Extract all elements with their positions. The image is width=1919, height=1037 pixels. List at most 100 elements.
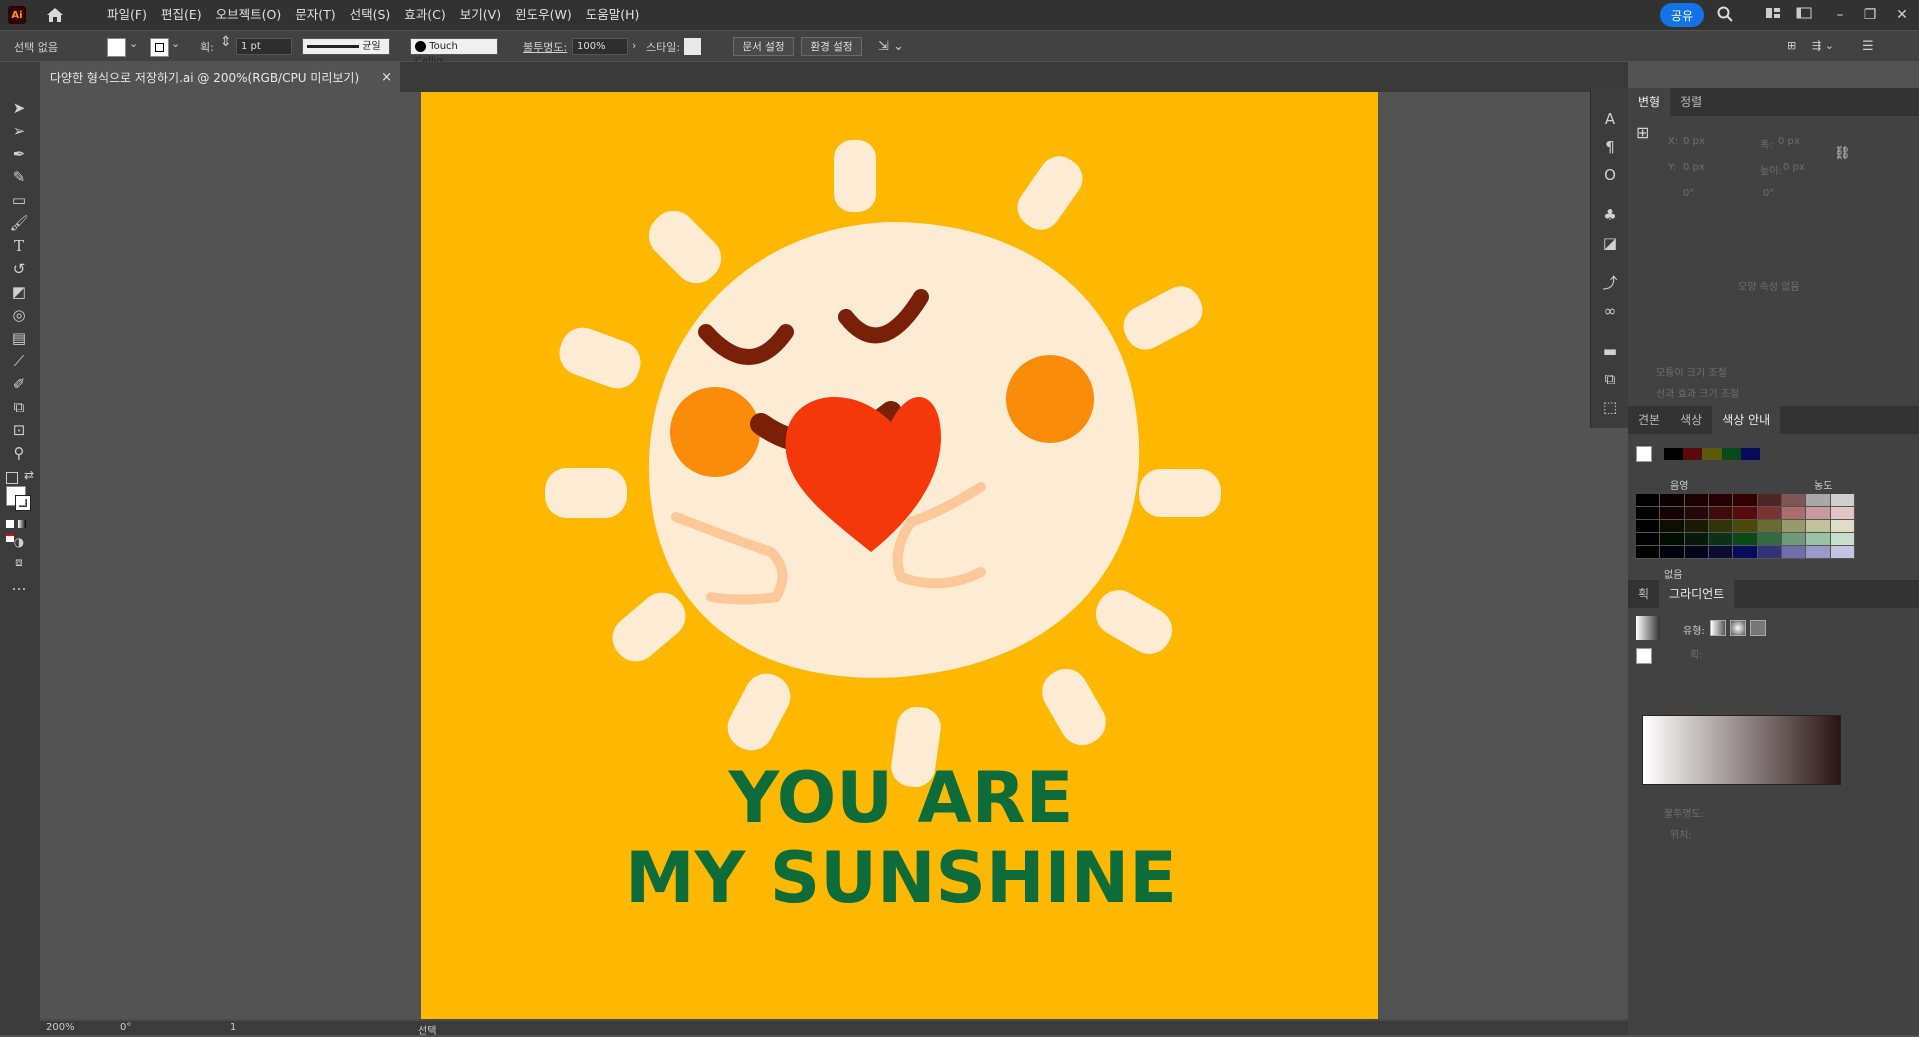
color-guide-grid[interactable] <box>1636 494 1855 560</box>
radial-gradient-button[interactable] <box>1730 620 1746 636</box>
share-button[interactable]: 공유 <box>1660 3 1704 27</box>
stroke-swatch[interactable] <box>150 38 169 57</box>
opacity-label[interactable]: 불투명도: <box>523 39 567 55</box>
menu-item[interactable]: 보기(V) <box>453 0 508 30</box>
scale-corners-checkbox[interactable]: 모퉁이 크기 조절 <box>1656 364 1727 379</box>
color-swatch[interactable] <box>1806 533 1831 546</box>
x-field[interactable]: 0 px <box>1683 136 1705 147</box>
menu-item[interactable]: 효과(C) <box>397 0 452 30</box>
eraser-tool-icon[interactable]: ◩ <box>8 282 30 302</box>
close-tab-icon[interactable]: × <box>381 70 392 85</box>
minimize-icon[interactable]: – <box>1831 6 1849 24</box>
artboard-number-field[interactable]: 1 <box>230 1022 236 1033</box>
artboard-tool-icon[interactable]: ⊡ <box>8 420 30 440</box>
scale-strokes-checkbox[interactable]: 선과 효과 크기 조절 <box>1656 385 1739 400</box>
color-swatch[interactable] <box>1830 533 1855 546</box>
color-swatch[interactable] <box>1806 546 1831 559</box>
color-swatch[interactable] <box>1660 533 1685 546</box>
gradient-tool-icon[interactable]: ▤ <box>8 328 30 348</box>
color-swatch[interactable] <box>1806 507 1831 520</box>
character-panel-icon[interactable]: A <box>1599 108 1621 130</box>
symbol-sprayer-tool-icon[interactable]: ⧉ <box>8 397 30 417</box>
tab-color-guide[interactable]: 색상 안내 <box>1712 406 1781 434</box>
restore-icon[interactable]: ❐ <box>1861 6 1879 24</box>
workspace-icon[interactable] <box>1764 6 1782 24</box>
default-colors-icon[interactable] <box>6 472 18 484</box>
color-swatch[interactable] <box>1781 546 1807 559</box>
menu-item[interactable]: 파일(F) <box>100 0 154 30</box>
more-tools-icon[interactable]: … <box>8 575 30 595</box>
rectangle-tool-icon[interactable]: ▭ <box>8 190 30 210</box>
color-swatch[interactable] <box>1733 533 1758 546</box>
opacity-field[interactable]: 100% <box>572 38 628 55</box>
stroke-weight-field[interactable]: 1 pt <box>236 38 292 55</box>
color-swatch[interactable] <box>1708 533 1734 546</box>
tab-stroke[interactable]: 획 <box>1628 580 1659 608</box>
color-swatch[interactable] <box>1757 546 1782 559</box>
color-swatch[interactable] <box>1708 546 1734 559</box>
color-swatch[interactable] <box>1830 546 1855 559</box>
color-swatch[interactable] <box>1781 533 1807 546</box>
export-icon[interactable]: ⤴ <box>1599 272 1621 294</box>
draw-mode-icon[interactable]: ◑ <box>8 532 30 552</box>
w-field[interactable]: 0 px <box>1778 136 1800 147</box>
stroke-color-box[interactable] <box>15 495 31 511</box>
color-swatch[interactable] <box>1684 546 1709 559</box>
color-swatch[interactable] <box>1636 520 1661 533</box>
chevron-down-icon[interactable]: ⌄ <box>171 37 180 50</box>
base-color-swatch[interactable] <box>1636 446 1652 462</box>
color-swatch[interactable] <box>1660 520 1685 533</box>
zoom-field[interactable]: 200% <box>46 1022 75 1033</box>
color-swatch[interactable] <box>1684 507 1709 520</box>
color-swatch[interactable] <box>1781 494 1807 507</box>
color-swatch[interactable] <box>1708 520 1734 533</box>
gradient-slider[interactable] <box>1642 715 1841 785</box>
linear-gradient-button[interactable] <box>1710 620 1726 636</box>
constrain-link-icon[interactable]: ⛓ <box>1834 146 1851 161</box>
color-swatch[interactable] <box>1684 520 1709 533</box>
color-swatch[interactable] <box>1733 507 1758 520</box>
opentype-panel-icon[interactable]: O <box>1599 164 1621 186</box>
shear-field[interactable]: 0° <box>1763 188 1774 199</box>
document-tab[interactable]: 다양한 형식으로 저장하기.ai @ 200%(RGB/CPU 미리보기) × <box>40 62 400 92</box>
tab-swatches[interactable]: 견본 <box>1628 406 1670 434</box>
harmony-colors[interactable] <box>1664 448 1761 460</box>
selection-tool-icon[interactable]: ➤ <box>8 98 30 118</box>
direct-selection-tool-icon[interactable]: ➢ <box>8 121 30 141</box>
home-icon[interactable] <box>40 0 70 30</box>
swap-colors-icon[interactable]: ⇄ <box>24 468 34 482</box>
search-icon[interactable] <box>1716 6 1734 24</box>
blend-tool-icon[interactable]: ✐ <box>8 374 30 394</box>
screen-mode-icon[interactable]: ⧈ <box>8 552 30 572</box>
color-swatch[interactable] <box>1781 507 1807 520</box>
color-swatch[interactable] <box>1660 507 1685 520</box>
tab-transform[interactable]: 변형 <box>1628 88 1671 116</box>
symbols-panel-icon[interactable]: ♣ <box>1599 204 1621 226</box>
menu-item[interactable]: 선택(S) <box>343 0 398 30</box>
tab-gradient[interactable]: 그라디언트 <box>1659 580 1735 608</box>
menu-item[interactable]: 오브젝트(O) <box>209 0 289 30</box>
gradient-fill-box[interactable] <box>1636 648 1652 664</box>
rotate-tool-icon[interactable]: ↺ <box>8 259 30 279</box>
canvas[interactable]: YOU ARE MY SUNSHINE <box>40 92 1628 1022</box>
comments-icon[interactable]: ▬ <box>1599 340 1621 362</box>
panel-menu-icon[interactable]: ☰ <box>1862 39 1874 54</box>
preferences-button[interactable]: 환경 설정 <box>801 37 862 56</box>
close-window-icon[interactable]: ✕ <box>1893 6 1911 24</box>
panel-layout-icon[interactable] <box>1795 6 1813 24</box>
color-swatch[interactable] <box>1636 507 1661 520</box>
brush-select[interactable]: Touch Callig... <box>410 38 498 67</box>
color-swatch[interactable] <box>1708 494 1734 507</box>
gradient-preview[interactable] <box>1636 616 1660 640</box>
chevron-down-icon[interactable]: ⌄ <box>129 37 138 50</box>
reference-point-icon[interactable]: ⊞ <box>1636 123 1654 142</box>
angle-field[interactable]: 0° <box>1683 188 1694 199</box>
artboards-icon[interactable]: ⬚ <box>1599 396 1621 418</box>
y-field[interactable]: 0 px <box>1683 162 1705 173</box>
color-swatch[interactable] <box>1733 494 1758 507</box>
stroke-profile-select[interactable]: 균일 <box>302 38 390 55</box>
color-swatch[interactable] <box>1708 507 1734 520</box>
tab-align[interactable]: 정렬 <box>1670 88 1712 116</box>
zoom-tool-icon[interactable]: ⚲ <box>8 443 30 463</box>
color-swatch[interactable] <box>1636 494 1661 507</box>
